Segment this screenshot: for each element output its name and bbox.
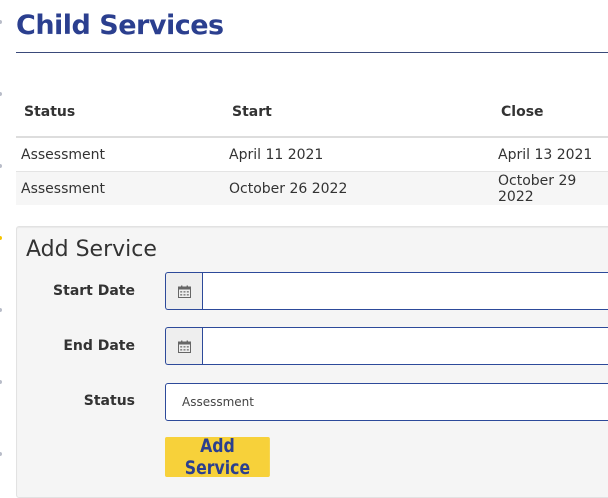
edge-dot [0, 92, 2, 96]
cell-status: Assessment [16, 171, 224, 205]
end-date-input[interactable] [202, 327, 608, 365]
status-select-value: Assessment [182, 395, 254, 409]
calendar-icon[interactable] [165, 272, 202, 310]
cell-start: April 11 2021 [224, 136, 493, 172]
column-header-start[interactable]: Start [224, 88, 493, 138]
column-header-close[interactable]: Close [493, 88, 608, 138]
end-date-group [165, 327, 608, 365]
start-date-group [165, 272, 608, 310]
edge-dot [0, 380, 2, 384]
table-row[interactable]: Assessment October 26 2022 October 29 20… [16, 171, 608, 205]
edge-dot [0, 308, 2, 312]
table-header-row: Status Start Close [16, 88, 608, 138]
cell-close: April 13 2021 [493, 136, 608, 172]
edge-dot [0, 20, 2, 24]
cell-start: October 26 2022 [224, 171, 493, 205]
calendar-icon-glyph [177, 340, 191, 353]
add-service-button[interactable]: Add Service [165, 435, 270, 479]
status-select[interactable]: Assessment [165, 383, 608, 421]
add-service-panel: Add Service Start Date End Date Status A… [16, 226, 608, 498]
cell-close: October 29 2022 [493, 171, 608, 205]
start-date-input[interactable] [202, 272, 608, 310]
edge-dot [0, 164, 2, 168]
table-row[interactable]: Assessment April 11 2021 April 13 2021 [16, 136, 608, 172]
left-edge-decoration [0, 0, 4, 485]
edge-dot [0, 452, 2, 456]
services-table: Status Start Close Assessment April 11 2… [16, 88, 608, 205]
column-header-status[interactable]: Status [16, 88, 224, 138]
edge-dot [0, 236, 2, 240]
add-service-heading: Add Service [26, 237, 157, 262]
end-date-label: End Date [63, 338, 135, 354]
title-divider [16, 52, 608, 53]
calendar-icon[interactable] [165, 327, 202, 365]
status-label: Status [83, 393, 135, 409]
start-date-label: Start Date [53, 283, 135, 299]
page-title: Child Services [16, 10, 224, 41]
cell-status: Assessment [16, 136, 224, 172]
calendar-icon-glyph [177, 285, 191, 298]
